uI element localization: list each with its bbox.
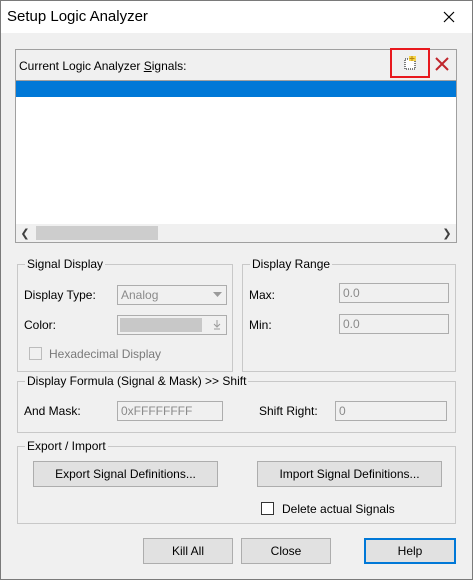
display-range-group: Display Range Max: 0.0 Min: 0.0 [242,257,456,372]
scroll-left-icon[interactable]: ❮ [16,224,34,242]
export-import-group: Export / Import Export Signal Definition… [17,439,456,524]
setup-logic-analyzer-dialog: Setup Logic Analyzer Current Logic Analy… [0,0,473,580]
display-formula-legend: Display Formula (Signal & Mask) >> Shift [25,374,249,388]
and-mask-input[interactable]: 0xFFFFFFFF [117,401,223,421]
import-signal-definitions-button[interactable]: Import Signal Definitions... [257,461,442,487]
close-icon [443,11,455,23]
new-item-icon [404,56,416,70]
display-type-dropdown[interactable]: Analog [117,285,227,305]
scroll-right-icon[interactable]: ❯ [438,224,456,242]
title-bar: Setup Logic Analyzer [1,1,472,33]
shift-right-input[interactable]: 0 [335,401,447,421]
display-range-legend: Display Range [250,257,333,271]
color-label: Color: [24,318,57,332]
signals-label-mnemonic: S [143,59,152,73]
signals-label: Current Logic Analyzer Signals: [19,59,186,73]
export-signal-definitions-button[interactable]: Export Signal Definitions... [33,461,218,487]
signals-list[interactable]: ❮ ❯ [16,80,456,242]
max-input[interactable]: 0.0 [339,283,449,303]
hexadecimal-display-checkbox[interactable] [29,347,42,360]
display-type-value: Analog [121,288,159,302]
help-button[interactable]: Help [364,538,456,564]
color-dropdown[interactable] [117,315,227,335]
and-mask-label: And Mask: [24,404,81,418]
chevron-down-icon [208,286,226,304]
signals-header: Current Logic Analyzer Signals: [16,48,456,80]
delete-x-icon [435,57,449,71]
min-input[interactable]: 0.0 [339,314,449,334]
delete-signal-button[interactable] [430,53,454,75]
color-swatch [120,318,202,332]
window-title: Setup Logic Analyzer [7,8,148,25]
signals-panel: Current Logic Analyzer Signals: ❮ ❯ [15,48,457,243]
close-button[interactable]: Close [241,538,331,564]
signals-label-prefix: Current Logic Analyzer [19,59,144,73]
hexadecimal-display-label: Hexadecimal Display [49,347,162,361]
list-item[interactable] [16,81,456,97]
new-signal-button[interactable] [390,48,430,78]
kill-all-button[interactable]: Kill All [143,538,233,564]
dropdown-arrow-icon [208,316,226,334]
signals-label-suffix: ignals: [151,59,187,73]
display-type-label: Display Type: [24,288,96,302]
close-window-button[interactable] [426,1,472,33]
max-label: Max: [249,288,276,302]
signal-display-group: Signal Display Display Type: Analog Colo… [17,257,233,372]
signal-display-legend: Signal Display [25,257,106,271]
shift-right-label: Shift Right: [259,404,318,418]
display-formula-group: Display Formula (Signal & Mask) >> Shift… [17,374,456,433]
scrollbar-thumb[interactable] [36,226,158,240]
delete-actual-signals-label: Delete actual Signals [282,502,395,516]
horizontal-scrollbar[interactable]: ❮ ❯ [16,224,456,242]
delete-actual-signals-checkbox[interactable] [261,502,274,515]
export-import-legend: Export / Import [25,439,108,453]
min-label: Min: [249,318,272,332]
